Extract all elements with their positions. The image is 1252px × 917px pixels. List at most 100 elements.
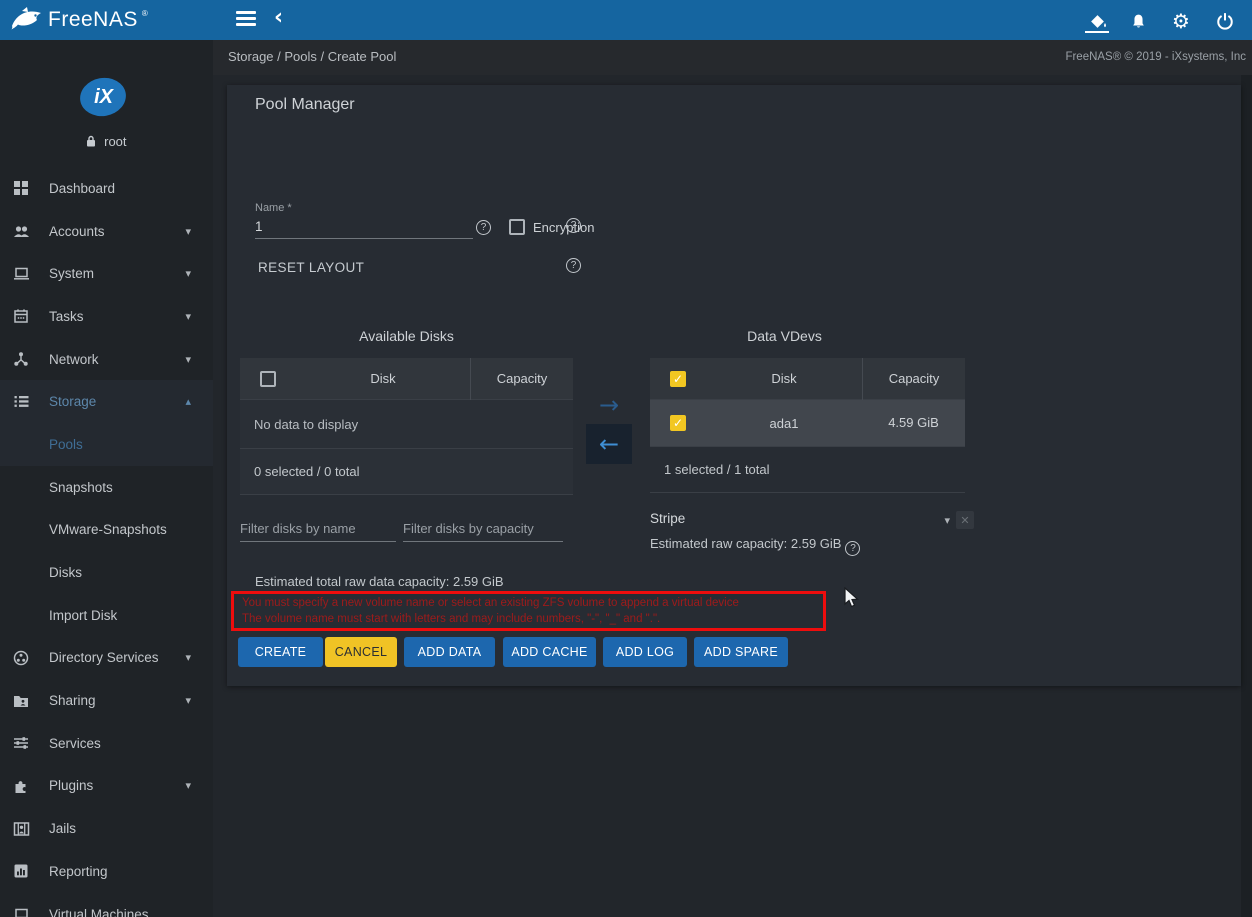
chevron-down-icon: ▾ — [944, 514, 950, 527]
sharing-folder-icon — [13, 692, 31, 709]
accounts-icon — [13, 223, 31, 240]
logo-text: FreeNAS — [48, 8, 138, 31]
sidebar-item-vmware-snapshots[interactable]: VMware-Snapshots — [0, 509, 213, 552]
sidebar-item-reporting[interactable]: Reporting — [0, 850, 213, 893]
logo-reg: ® — [141, 8, 148, 18]
page-title: Pool Manager — [255, 96, 355, 113]
filter-disks-by-capacity-input[interactable] — [403, 515, 563, 542]
sidebar-item-storage[interactable]: Storage ▴ — [0, 380, 213, 424]
add-data-button[interactable]: ADD DATA — [404, 637, 495, 667]
virtual-machines-icon — [13, 906, 31, 917]
name-input[interactable] — [255, 215, 473, 239]
sidebar: iX root Dashboard Accounts ▾ System ▾ Ta… — [0, 40, 213, 917]
sidebar-item-services[interactable]: Services — [0, 722, 213, 765]
storage-icon — [13, 393, 31, 410]
sidebar-item-network[interactable]: Network ▾ — [0, 338, 213, 381]
add-spare-button[interactable]: ADD SPARE — [694, 637, 788, 667]
data-vdevs-table: ✓ Disk Capacity ✓ ada1 4.59 GiB 1 select… — [650, 357, 965, 493]
breadcrumb-bar: Storage / Pools / Create Pool FreeNAS® ©… — [213, 40, 1252, 75]
data-vdevs-footer: 1 selected / 1 total — [650, 446, 965, 492]
cell-disk: ada1 — [769, 415, 799, 431]
cell-capacity: 4.59 GiB — [888, 415, 939, 430]
encryption-label: Encryption — [533, 220, 595, 235]
network-icon — [13, 351, 31, 368]
logged-in-user: root — [0, 134, 213, 149]
sidebar-item-snapshots[interactable]: Snapshots — [0, 466, 213, 509]
ada1-checkbox[interactable]: ✓ — [670, 415, 686, 431]
vertical-scrollbar[interactable] — [1241, 75, 1252, 917]
add-cache-button[interactable]: ADD CACHE — [503, 637, 596, 667]
available-disks-footer: 0 selected / 0 total — [240, 448, 573, 494]
column-header-disk: Disk — [771, 371, 797, 386]
sidebar-item-plugins[interactable]: Plugins ▾ — [0, 765, 213, 808]
theme-underline — [1085, 31, 1109, 33]
dashboard-icon — [13, 180, 31, 197]
ix-systems-logo[interactable]: iX — [77, 74, 129, 120]
available-disks-title: Available Disks — [359, 328, 454, 344]
tasks-calendar-icon — [13, 308, 31, 325]
move-left-arrow-button[interactable]: ← — [586, 424, 632, 464]
create-button[interactable]: CREATE — [238, 637, 323, 667]
sidebar-item-import-disk[interactable]: Import Disk — [0, 594, 213, 637]
encryption-help-icon[interactable]: ? — [566, 218, 581, 233]
shark-icon — [11, 7, 41, 30]
estimated-total-capacity: Estimated total raw data capacity: 2.59 … — [255, 574, 504, 589]
sidebar-item-jails[interactable]: Jails — [0, 807, 213, 850]
error-line-2: The volume name must start with letters … — [242, 612, 661, 625]
settings-gear-icon[interactable]: ⚙ — [1168, 8, 1194, 34]
data-vdevs-title: Data VDevs — [747, 328, 822, 344]
system-icon — [13, 265, 31, 282]
available-disks-table: Disk Capacity No data to display 0 selec… — [240, 357, 573, 495]
sidebar-item-virtual-machines[interactable]: Virtual Machines — [0, 893, 213, 917]
validation-error-box: You must specify a new volume name or se… — [231, 591, 826, 631]
error-line-1: You must specify a new volume name or se… — [242, 597, 739, 609]
sidebar-item-dashboard[interactable]: Dashboard — [0, 167, 213, 210]
reset-layout-button[interactable]: RESET LAYOUT — [258, 260, 364, 275]
sidebar-item-pools[interactable]: Pools — [0, 423, 213, 466]
user-name: root — [104, 134, 127, 149]
reporting-chart-icon — [13, 863, 31, 880]
sidebar-item-accounts[interactable]: Accounts ▾ — [0, 210, 213, 253]
notifications-bell-icon[interactable] — [1125, 8, 1151, 34]
data-vdevs-header: ✓ Disk Capacity — [650, 357, 965, 400]
sidebar-item-system[interactable]: System ▾ — [0, 252, 213, 295]
name-help-icon[interactable]: ? — [476, 220, 491, 235]
plugins-puzzle-icon — [13, 777, 31, 794]
sidebar-item-sharing[interactable]: Sharing ▾ — [0, 679, 213, 722]
freenas-logo[interactable]: FreeNAS ® — [8, 3, 148, 37]
filter-disks-by-name-input[interactable] — [240, 515, 396, 542]
jails-icon — [13, 820, 31, 837]
table-row-ada1[interactable]: ✓ ada1 4.59 GiB — [650, 400, 965, 446]
empty-table-row: No data to display — [240, 400, 573, 448]
sidebar-item-disks[interactable]: Disks — [0, 551, 213, 594]
sidebar-item-directory-services[interactable]: Directory Services ▾ — [0, 637, 213, 680]
copyright-text: FreeNAS® © 2019 - iXsystems, Inc — [1065, 51, 1246, 63]
power-icon[interactable] — [1212, 8, 1238, 34]
directory-services-icon — [13, 649, 31, 666]
mouse-cursor — [844, 587, 859, 608]
raw-capacity-help-icon[interactable]: ? — [845, 541, 861, 556]
column-header-capacity: Capacity — [470, 357, 573, 400]
name-field-label: Name * — [255, 202, 292, 214]
add-log-button[interactable]: ADD LOG — [603, 637, 687, 667]
top-app-bar: FreeNAS ® ‹ ⚙ — [0, 0, 1252, 40]
remove-vdev-icon[interactable]: ✕ — [956, 511, 974, 529]
available-select-all-checkbox[interactable] — [260, 370, 276, 387]
sidebar-nav: Dashboard Accounts ▾ System ▾ Tasks ▾ Ne… — [0, 167, 213, 917]
menu-hamburger-icon[interactable] — [236, 11, 256, 27]
cancel-button[interactable]: CANCEL — [325, 637, 397, 667]
layout-help-icon[interactable]: ? — [566, 258, 581, 273]
encryption-checkbox[interactable] — [509, 219, 525, 235]
column-header-disk: Disk — [370, 371, 396, 386]
vdevs-select-all-checkbox[interactable]: ✓ — [670, 370, 686, 387]
estimated-raw-capacity: Estimated raw capacity: 2.59 GiB? — [650, 536, 861, 556]
pool-manager-card: Pool Manager Name * ? Encryption ? RESET… — [227, 85, 1241, 686]
services-tune-icon — [13, 735, 31, 752]
breadcrumb[interactable]: Storage / Pools / Create Pool — [228, 49, 396, 64]
vdev-layout-select[interactable]: Stripe ▾ — [650, 511, 950, 533]
sidebar-item-tasks[interactable]: Tasks ▾ — [0, 295, 213, 338]
move-right-arrow-button[interactable]: → — [588, 388, 630, 422]
back-chevron-icon[interactable]: ‹ — [274, 5, 283, 30]
available-disks-header: Disk Capacity — [240, 357, 573, 400]
vdev-layout-value: Stripe — [650, 511, 686, 526]
